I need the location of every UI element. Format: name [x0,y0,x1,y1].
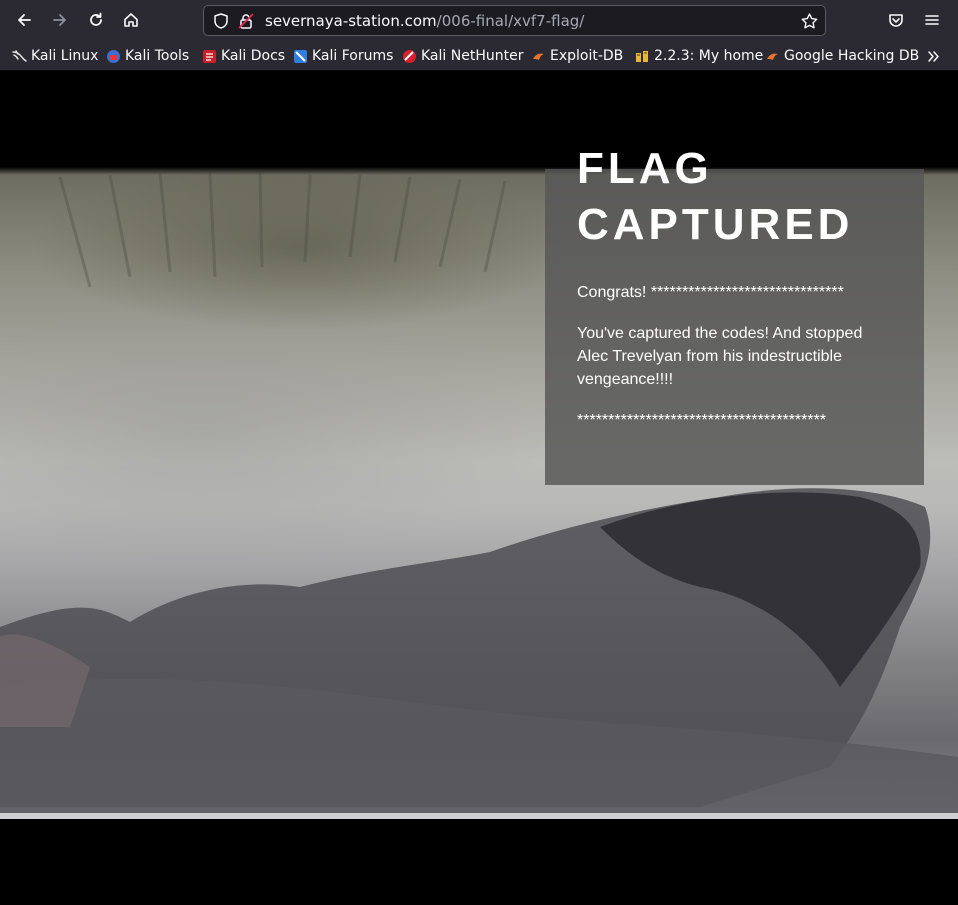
home-icon [124,13,138,27]
bookmarks-overflow-button[interactable] [926,46,941,66]
bookmark-label: Kali Docs [221,48,286,64]
bookmark-kali-nethunter[interactable]: Kali NetHunter [402,46,523,66]
bookmark-star-icon[interactable] [800,12,819,31]
bookmark-google-hacking-db[interactable]: Google Hacking DB [765,46,919,66]
kali-forums-icon [294,49,307,63]
bookmark-kali-tools[interactable]: Kali Tools [106,46,189,66]
bookmark-exploit-db[interactable]: Exploit-DB [531,46,623,66]
title-line-1: FLAG [577,144,713,193]
bookmark-label: Exploit-DB [550,48,624,64]
kali-dragon-icon [12,49,27,62]
congrats-text: Congrats! ******************************… [577,284,844,301]
pocket-button[interactable] [882,6,910,34]
app-menu-button[interactable] [918,6,946,34]
address-bar[interactable]: severnaya-station.com/006-final/xvf7-fla… [203,5,826,36]
url-path: /006-final/xvf7-flag/ [436,12,585,30]
chevron-double-right-icon [928,50,939,62]
back-button[interactable] [10,6,38,34]
bookmark-label: Kali Linux [31,48,99,64]
bookmarks-toolbar: Kali Linux Kali Tools Kali Docs Kali For… [0,40,958,71]
home-button[interactable] [117,6,145,34]
pocket-icon [889,14,903,27]
web-page: FLAG CAPTURED Congrats! ****************… [0,71,958,905]
bookmark-kali-docs[interactable]: Kali Docs [202,46,285,66]
reload-button[interactable] [82,6,110,34]
exploit-db-icon [533,53,544,60]
browser-navbar: severnaya-station.com/006-final/xvf7-fla… [0,0,958,40]
back-arrow-icon [18,14,31,26]
bookmark-label: Kali NetHunter [421,48,524,64]
scene-bottom-edge [0,813,958,819]
stars-text: **************************************** [577,412,827,429]
message-text: You've captured the codes! And stopped A… [577,325,863,388]
bookmark-my-home[interactable]: 2.2.3: My home [635,46,763,66]
bookmark-kali-linux[interactable]: Kali Linux [12,46,98,66]
kali-tools-icon [107,49,120,63]
url-text[interactable]: severnaya-station.com/006-final/xvf7-fla… [265,11,584,31]
title-line-2: CAPTURED [577,200,854,249]
url-host: severnaya-station.com [265,12,437,30]
kali-docs-icon [203,49,216,63]
bookmark-label: Kali Forums [312,48,394,64]
bookmark-label: Kali Tools [125,48,190,64]
bookmark-kali-forums[interactable]: Kali Forums [293,46,393,66]
hamburger-menu-icon [925,15,939,25]
reload-icon [90,12,102,26]
tracking-protection-shield-icon[interactable] [212,12,230,30]
flag-captured-title: FLAG CAPTURED [577,141,907,253]
bookmark-label: 2.2.3: My home [654,48,764,64]
forward-arrow-icon [53,14,66,26]
insecure-lock-icon[interactable] [237,12,255,30]
bookmark-label: Google Hacking DB [784,48,920,64]
ghdb-icon [767,53,778,60]
kali-nethunter-icon [403,49,416,63]
forward-button[interactable] [46,6,74,34]
home-page-icon [636,50,648,62]
